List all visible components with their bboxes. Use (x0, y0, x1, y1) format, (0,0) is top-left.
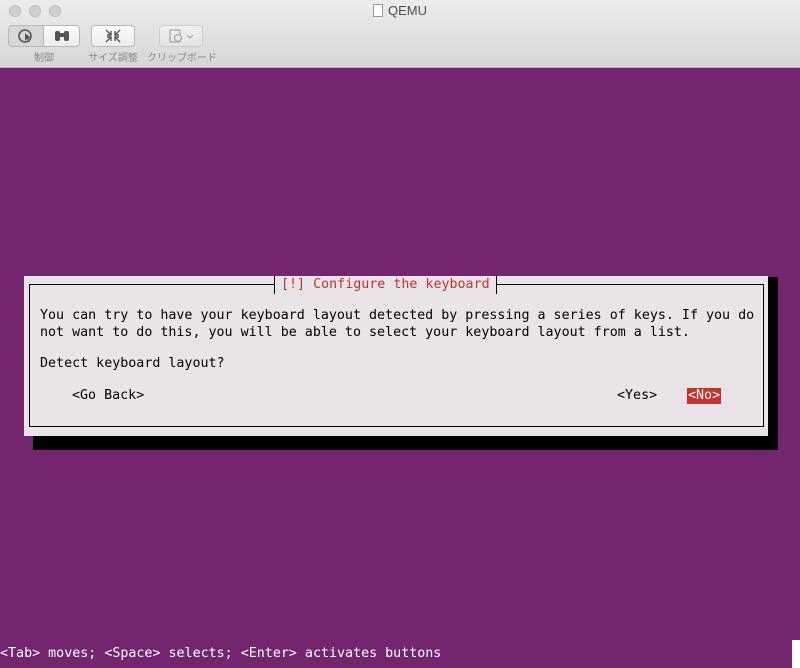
window-titlebar: QEMU 制御 サイズ調整 クリップボード (0, 0, 800, 68)
pointer-capture-button[interactable] (8, 25, 44, 47)
dialog-title: [!] Configure the keyboard (274, 276, 497, 294)
document-icon (373, 4, 383, 17)
binoculars-icon (54, 31, 69, 41)
cursor-block (792, 640, 800, 668)
vm-screen[interactable]: [!] Configure the keyboard You can try t… (0, 68, 800, 668)
keyboard-capture-button[interactable] (44, 25, 80, 47)
keyboard-config-dialog: [!] Configure the keyboard You can try t… (24, 276, 768, 436)
pointer-capture-icon (18, 29, 32, 43)
help-statusbar: <Tab> moves; <Space> selects; <Enter> ac… (0, 646, 442, 661)
control-segmented-control (8, 25, 80, 47)
clipboard-tool (159, 25, 203, 47)
clipboard-button[interactable] (159, 25, 203, 47)
resize-tool (91, 25, 135, 47)
go-back-button[interactable]: <Go Back> (72, 388, 144, 404)
window-title: QEMU (388, 3, 427, 18)
dialog-body: You can try to have your keyboard layout… (40, 308, 754, 341)
dialog-question: Detect keyboard layout? (40, 356, 225, 371)
clipboard-icon (169, 29, 194, 43)
dialog-body-line-1: You can try to have your keyboard layout… (40, 308, 755, 323)
window-title-area: QEMU (0, 3, 800, 18)
shrink-arrows-icon (105, 29, 121, 43)
resize-label: サイズ調整 (88, 53, 138, 64)
clipboard-label: クリップボード (147, 53, 217, 64)
yes-button[interactable]: <Yes> (617, 388, 657, 404)
dialog-body-line-2: not want to do this, you will be able to… (40, 324, 690, 340)
resize-button[interactable] (91, 25, 135, 47)
no-button[interactable]: <No> (687, 388, 722, 404)
control-label: 制御 (34, 53, 54, 64)
